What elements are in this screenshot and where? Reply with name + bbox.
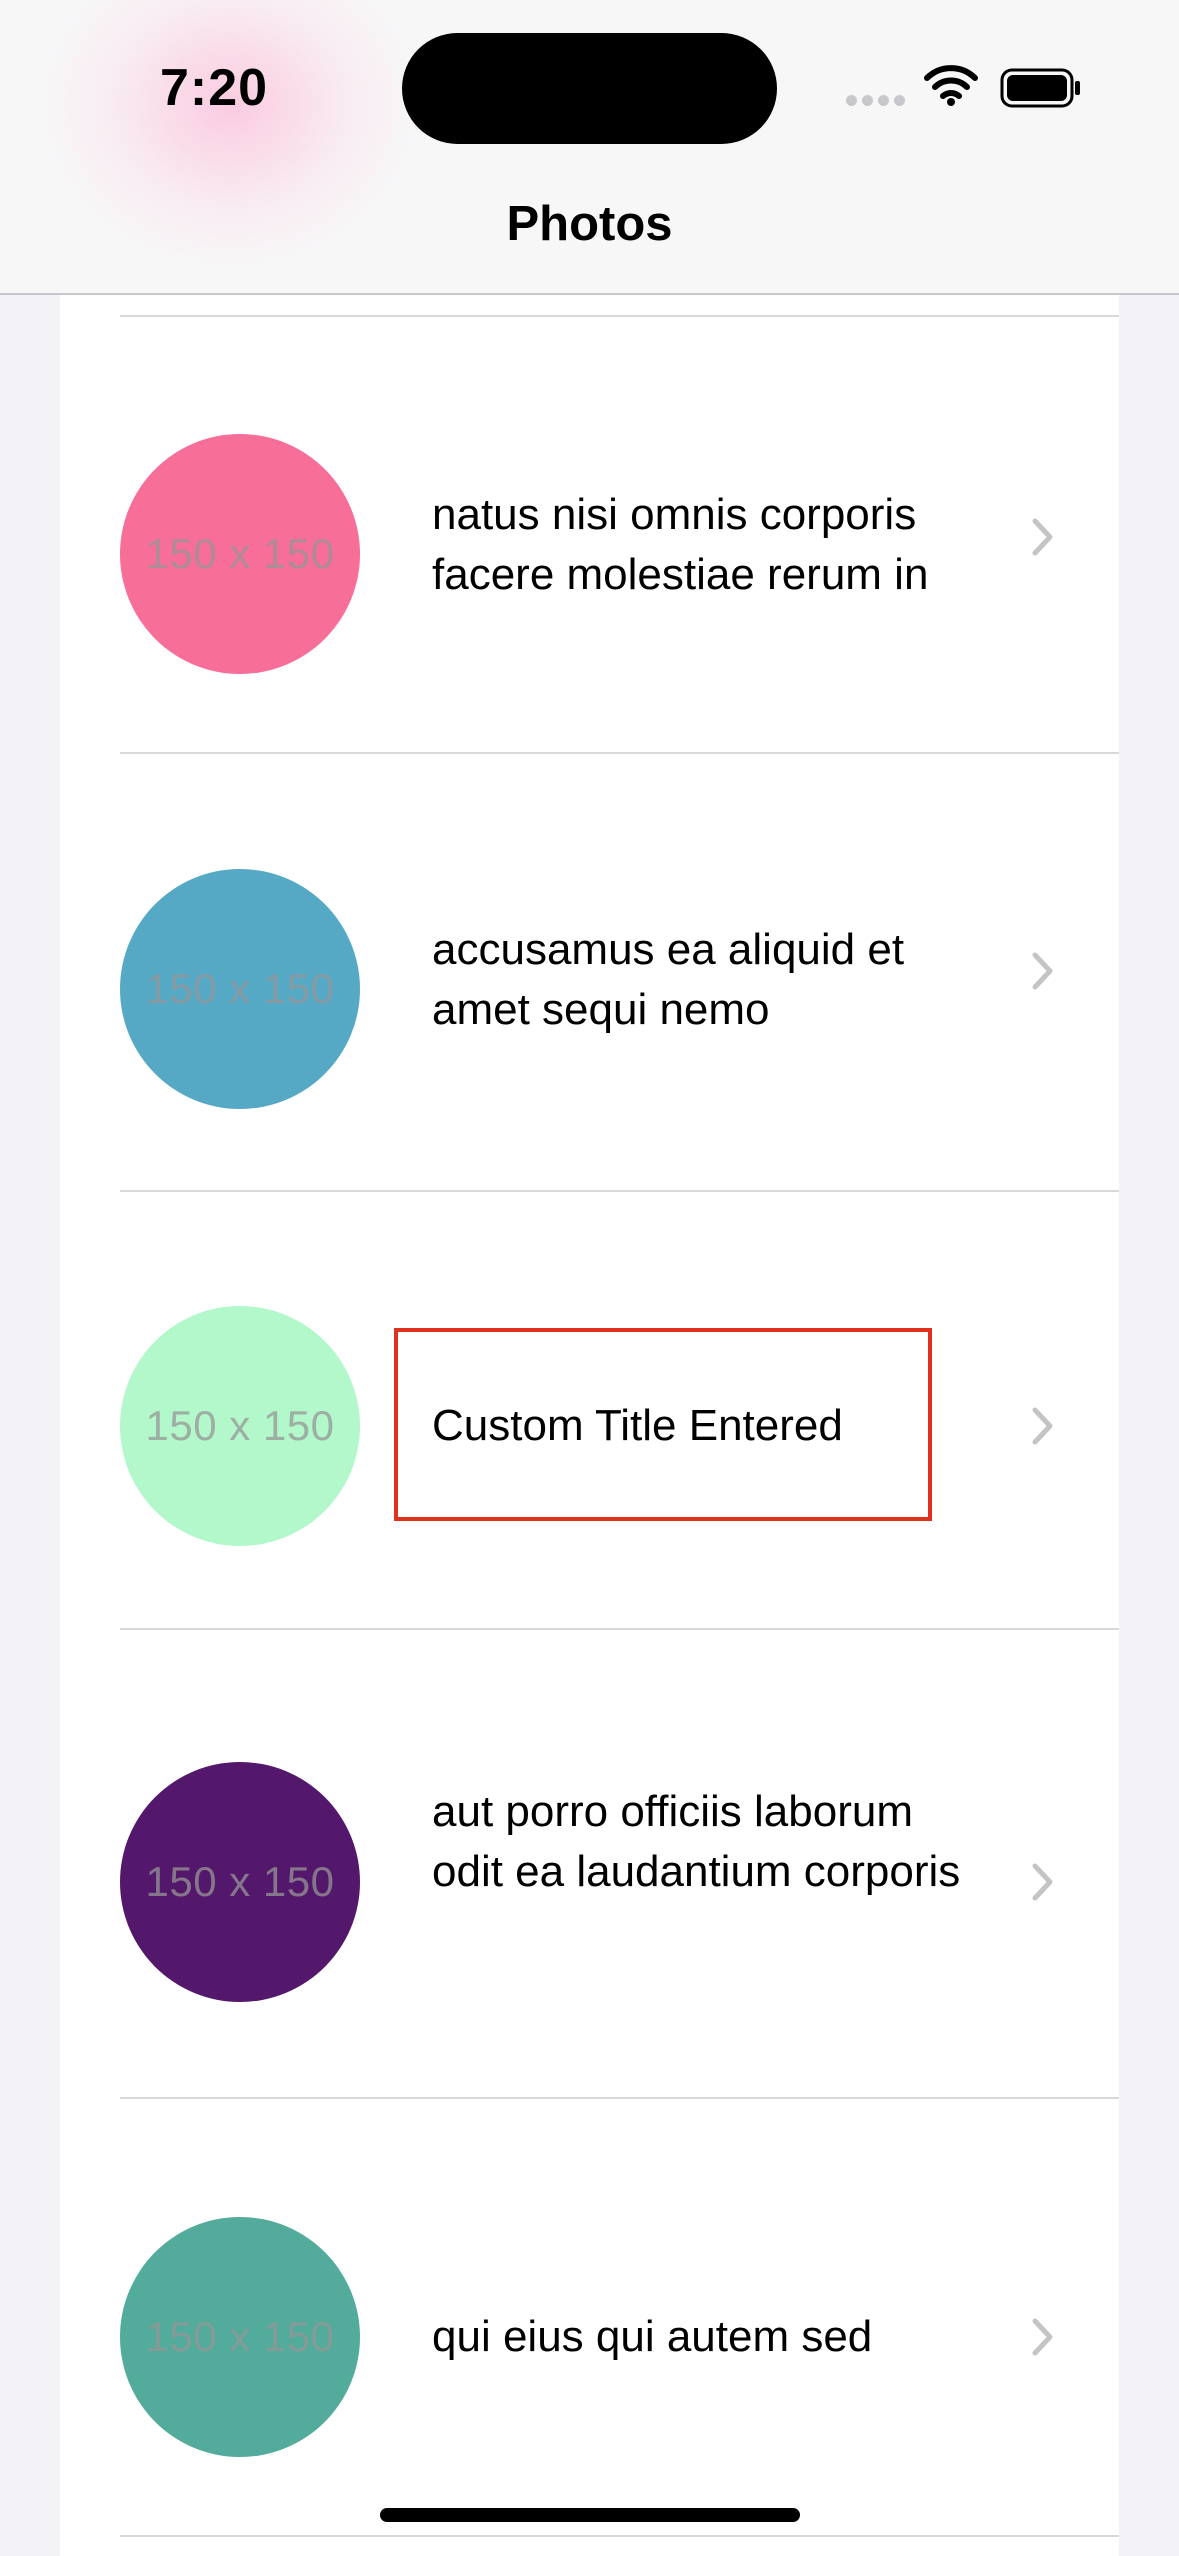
photo-thumbnail: 150 x 150	[120, 2217, 360, 2457]
thumbnail-placeholder-text: 150 x 150	[145, 530, 335, 577]
thumbnail-placeholder-text: 150 x 150	[145, 1858, 335, 1905]
photo-row[interactable]: 150 x 150 aut porro officiis laborum odi…	[60, 1630, 1119, 2067]
thumbnail-placeholder-text: 150 x 150	[145, 1402, 335, 1449]
navigation-bar: 7:20 Photos	[0, 0, 1179, 295]
battery-full-icon	[1000, 68, 1080, 108]
cellular-signal-icon	[846, 95, 906, 107]
dynamic-island	[402, 33, 777, 144]
thumbnail-placeholder-text: 150 x 150	[145, 2313, 335, 2360]
photo-row[interactable]: 150 x 150 qui eius qui autem sed	[60, 2099, 1119, 2536]
photo-thumbnail: 150 x 150	[120, 434, 360, 674]
chevron-right-icon	[1032, 518, 1053, 556]
status-time: 7:20	[160, 59, 269, 117]
page-title: Photos	[506, 197, 673, 251]
chevron-right-icon	[1032, 1863, 1053, 1901]
photo-row[interactable]: 150 x 150 accusamus ea aliquid et amet s…	[60, 754, 1119, 1191]
chevron-right-icon	[1032, 2318, 1053, 2356]
home-indicator[interactable]	[380, 2508, 800, 2522]
wifi-icon	[924, 65, 978, 106]
photo-title: qui eius qui autem sed	[432, 2312, 873, 2361]
photos-screen: 150 x 150 natus nisi omnis corporis face…	[0, 0, 1179, 2556]
chevron-right-icon	[1032, 1407, 1053, 1445]
photo-title: aut porro officiis laborum odit ea lauda…	[432, 1787, 961, 1896]
photo-title: natus nisi omnis corporis facere molesti…	[432, 490, 929, 599]
thumbnail-placeholder-text: 150 x 150	[145, 965, 335, 1012]
photo-thumbnail: 150 x 150	[120, 1762, 360, 2002]
photo-row[interactable]: 150 x 150 Custom Title Entered	[60, 1192, 1119, 1629]
row-separator	[120, 2535, 1119, 2537]
photo-row[interactable]: 150 x 150 natus nisi omnis corporis face…	[60, 317, 1119, 754]
photos-list[interactable]: 150 x 150 natus nisi omnis corporis face…	[60, 295, 1119, 2556]
photo-thumbnail: 150 x 150	[120, 869, 360, 1109]
photo-title: accusamus ea aliquid et amet sequi nemo	[432, 925, 905, 1034]
chevron-right-icon	[1032, 952, 1053, 990]
photo-thumbnail: 150 x 150	[120, 1306, 360, 1546]
photo-title: Custom Title Entered	[432, 1401, 843, 1450]
